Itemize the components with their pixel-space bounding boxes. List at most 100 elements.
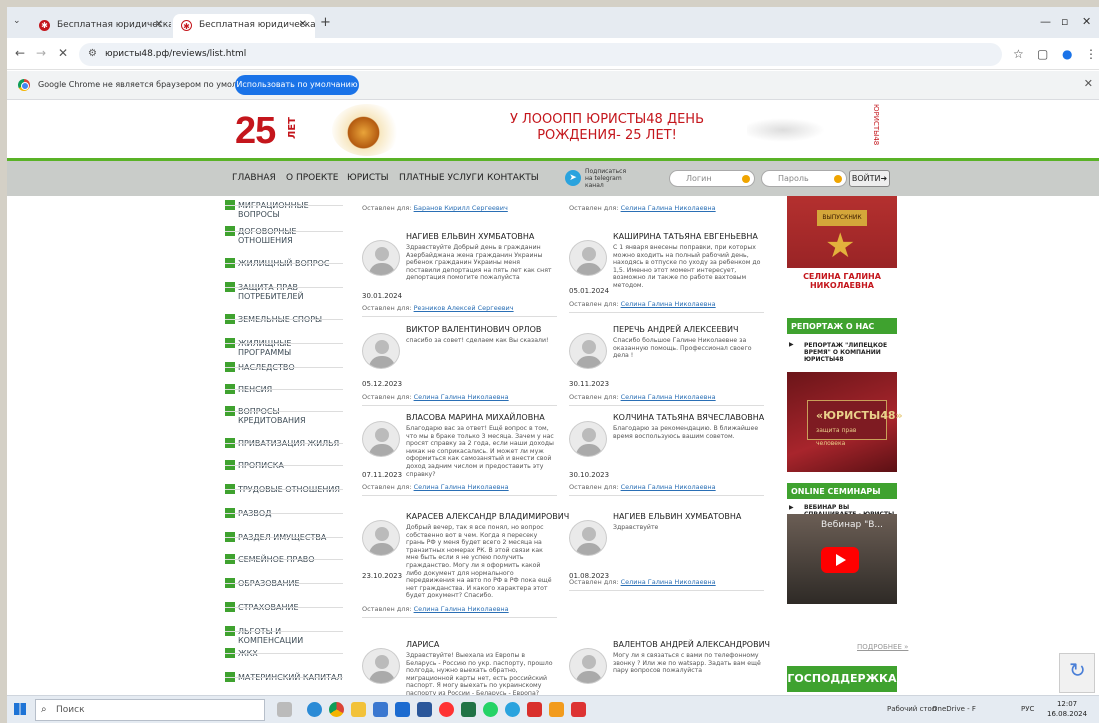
review-for-link[interactable]: Селина Галина Николаевна — [621, 578, 716, 586]
profile-icon[interactable]: ● — [1062, 47, 1072, 61]
desktop-label[interactable]: Рабочий стол — [887, 705, 936, 713]
excel-icon[interactable] — [461, 702, 476, 717]
sidebar-item-label: ЖИЛИЩНЫЕ ПРОГРАММЫ — [238, 339, 292, 357]
close-icon[interactable]: ✕ — [299, 19, 307, 30]
recaptcha-badge[interactable] — [1059, 653, 1095, 693]
taskbar: ⌕ Поиск Рабочий стол OneDrive - F РУС 12:… — [7, 695, 1099, 723]
new-tab-icon[interactable]: + — [320, 15, 331, 30]
review-for-prefix: Оставлен для: — [362, 204, 412, 212]
login-field[interactable]: Логин — [669, 170, 755, 187]
graduate-name: СЕЛИНА ГАЛИНА НИКОЛАЕВНА — [787, 268, 897, 296]
back-icon[interactable]: ← — [15, 46, 25, 60]
menu-item-paid[interactable]: ПЛАТНЫЕ УСЛУГИ — [399, 173, 484, 183]
app-icon[interactable] — [571, 702, 586, 717]
disco-ball-image — [332, 104, 402, 156]
banner-number: 25 — [235, 110, 276, 152]
review-for-link[interactable]: Селина Галина Николаевна — [621, 300, 716, 308]
telegram-icon[interactable] — [505, 702, 520, 717]
graduate-label: ВЫПУСКНИК — [817, 210, 867, 226]
word-icon[interactable] — [417, 702, 432, 717]
play-button[interactable] — [821, 547, 859, 573]
reportage-link[interactable]: РЕПОРТАЖ "ЛИПЕЦКОЕ ВРЕМЯ" О КОМПАНИИ ЮРИ… — [804, 342, 896, 363]
tab-2[interactable]: ✱ Бесплатная юридическая кон✕ — [173, 14, 315, 38]
more-link[interactable]: ПОДРОБНЕЕ » — [857, 643, 908, 651]
close-icon[interactable]: ✕ — [155, 19, 163, 30]
sidebar-item-label: ЖИЛИЩНЫЙ ВОПРОС — [238, 259, 330, 268]
browser-window: ⌄ ✱Бесплатная юридическая кон✕ ✱Бесплатн… — [7, 7, 1099, 723]
menu-item-about[interactable]: О ПРОЕКТЕ — [286, 173, 338, 183]
review-for-link[interactable]: Селина Галина Николаевна — [414, 605, 509, 613]
forward-icon[interactable]: → — [36, 46, 46, 60]
review-author: НАГИЕВ ЕЛЬВИН ХУМБАТОВНА — [613, 512, 742, 521]
menu-item-lawyers[interactable]: ЮРИСТЫ — [347, 173, 389, 183]
review-for-link[interactable]: Селина Галина Николаевна — [621, 483, 716, 491]
pdf-icon[interactable] — [527, 702, 542, 717]
whatsapp-icon[interactable] — [483, 702, 498, 717]
chrome-icon[interactable] — [329, 702, 344, 717]
review-for-link[interactable]: Селина Галина Николаевна — [414, 393, 509, 401]
video-title: Вебинар "В... — [821, 520, 883, 530]
menu-item-contacts[interactable]: КОНТАКТЫ — [487, 173, 539, 183]
windows-start-icon[interactable] — [14, 703, 26, 715]
extensions-icon[interactable]: ▢ — [1037, 47, 1048, 61]
menu-icon[interactable]: ⋮ — [1085, 47, 1097, 61]
sidebar-item-label: НАСЛЕДСТВО — [238, 363, 295, 372]
file-explorer-icon[interactable] — [351, 702, 366, 717]
close-icon[interactable]: ✕ — [1084, 77, 1093, 90]
review-for: Оставлен для: Селина Галина Николаевна — [569, 483, 716, 491]
review-for-link[interactable]: Селина Галина Николаевна — [414, 483, 509, 491]
graduate-banner[interactable]: ВЫПУСКНИК ★ СЕЛИНА ГАЛИНА НИКОЛАЕВНА — [787, 196, 897, 296]
onedrive-label[interactable]: OneDrive - F — [932, 705, 976, 713]
login-button[interactable]: ВОЙТИ➜ — [849, 170, 890, 187]
task-view-icon[interactable] — [277, 702, 292, 717]
taskbar-search[interactable]: ⌕ Поиск — [35, 699, 265, 721]
language-indicator[interactable]: РУС — [1021, 705, 1034, 713]
telegram-icon[interactable]: ➤ — [565, 170, 581, 186]
review-author: НАГИЕВ ЕЛЬВИН ХУМБАТОВНА — [406, 232, 535, 241]
office-sign: «ЮРИСТЫ48» защита прав человека — [807, 400, 903, 447]
review-for-link[interactable]: Баранов Кирилл Сергеевич — [414, 204, 508, 212]
sidebar-item-label: ДОГОВОРНЫЕ ОТНОШЕНИЯ — [238, 227, 297, 245]
tab-search-icon[interactable]: ⌄ — [13, 16, 21, 26]
password-field[interactable]: Пароль — [761, 170, 847, 187]
bookmark-star-icon[interactable]: ☆ — [1013, 47, 1024, 61]
yandex-icon[interactable] — [439, 702, 454, 717]
review-date: 30.10.2023 — [569, 471, 610, 479]
avatar — [569, 520, 607, 556]
bullet-icon — [225, 484, 235, 494]
review-for-link[interactable]: Резников Алексей Сергеевич — [414, 304, 514, 312]
site-info-icon[interactable]: ⚙ — [88, 48, 97, 59]
store-icon[interactable] — [373, 702, 388, 717]
review-for-link[interactable]: Селина Галина Николаевна — [621, 204, 716, 212]
anniversary-banner[interactable]: 25 ЛЕТ У ЛОООПП ЮРИСТЫ48 ДЕНЬ РОЖДЕНИЯ- … — [227, 100, 893, 158]
mail-icon[interactable] — [395, 702, 410, 717]
app-icon[interactable] — [549, 702, 564, 717]
office-sign-photo[interactable]: «ЮРИСТЫ48» защита прав человека — [787, 372, 903, 472]
url-field[interactable]: ⚙ юристы48.рф/reviews/list.html — [79, 43, 1002, 66]
address-bar: ← → ✕ ⚙ юристы48.рф/reviews/list.html ☆ ▢… — [7, 38, 1099, 70]
review-for-link[interactable]: Селина Галина Николаевна — [621, 393, 716, 401]
clock[interactable]: 12:07 16.08.2024 — [1047, 699, 1087, 719]
review-for: Оставлен для: Селина Галина Николаевна — [569, 300, 716, 308]
tab-1[interactable]: ✱Бесплатная юридическая кон✕ — [31, 14, 171, 38]
review-text: Спасибо большое Галине Николаевне за ока… — [613, 337, 752, 360]
gov-support-banner[interactable]: ГОСПОДДЕРЖКА — [787, 666, 897, 692]
bullet-icon — [225, 384, 235, 394]
divider — [569, 405, 764, 406]
edge-icon[interactable] — [307, 702, 322, 717]
review-for: Оставлен для: Баранов Кирилл Сергеевич — [362, 204, 508, 212]
review-date: 30.01.2024 — [362, 292, 403, 300]
search-icon: ⌕ — [41, 704, 47, 715]
review-for-prefix: Оставлен для: — [569, 204, 619, 212]
maximize-icon[interactable]: ▫ — [1061, 15, 1068, 28]
close-window-icon[interactable]: ✕ — [1082, 15, 1091, 28]
telegram-link[interactable]: Подписаться на telegram канал — [585, 168, 626, 189]
menu-item-home[interactable]: ГЛАВНАЯ — [232, 173, 276, 183]
minimize-icon[interactable]: — — [1040, 15, 1051, 28]
reload-icon[interactable]: ✕ — [58, 46, 68, 60]
review-author: ВИКТОР ВАЛЕНТИНОВИЧ ОРЛОВ — [406, 325, 542, 334]
set-default-button[interactable]: Использовать по умолчанию — [235, 75, 359, 95]
review-for: Оставлен для: Селина Галина Николаевна — [362, 393, 509, 401]
video-player[interactable]: Вебинар "В... — [787, 514, 897, 604]
sidebar-item-label: ТРУДОВЫЕ ОТНОШЕНИЯ — [238, 485, 340, 494]
